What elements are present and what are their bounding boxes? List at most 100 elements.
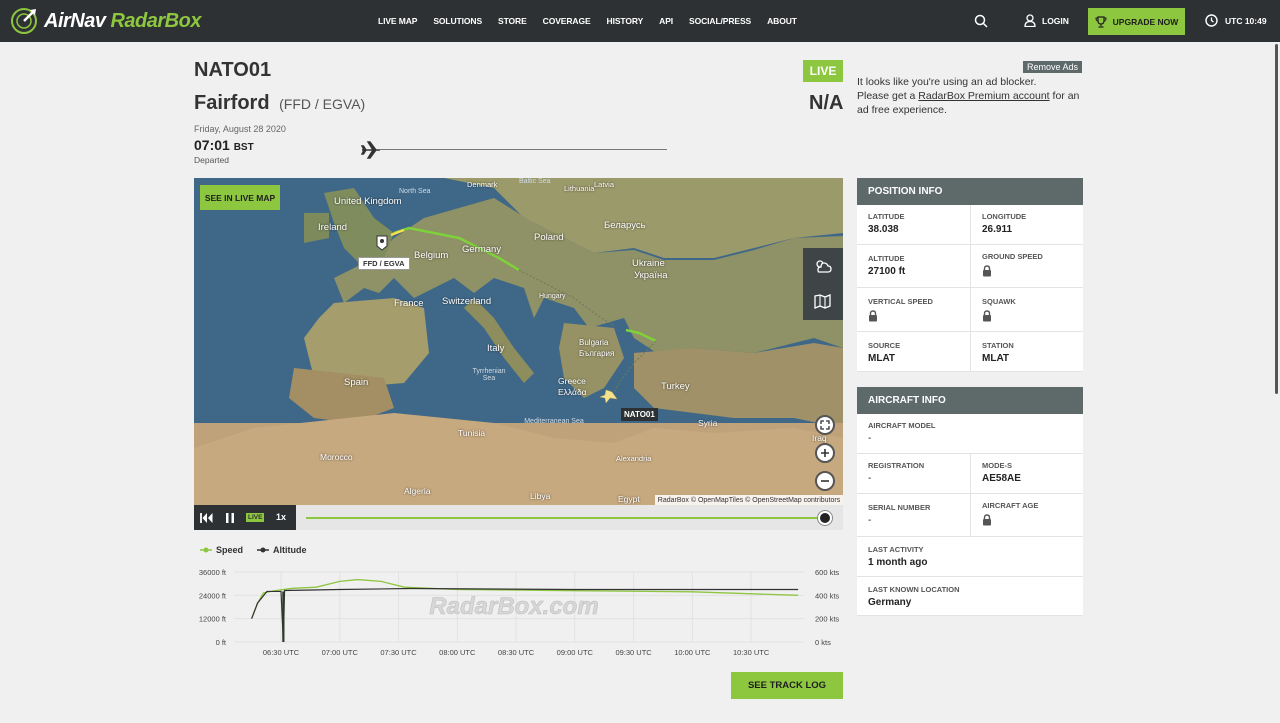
menu-about[interactable]: ABOUT [767,16,797,26]
position-info-body: LATITUDE 38.038 LONGITUDE 26.911 ALTITUD… [857,205,1083,372]
mode-s-label: MODE-S [982,461,1012,470]
login-link[interactable]: LOGIN [1024,14,1069,27]
position-row: ALTITUDE 27100 ft GROUND SPEED [857,245,1083,288]
map-label-ukraine: Ukraine [632,258,665,269]
chart-x-tick: 08:30 UTC [498,648,535,657]
remove-ads-button[interactable]: Remove Ads [1023,61,1083,73]
destination-airport: N/A [809,92,844,114]
aircraft-row: AIRCRAFT MODEL - [857,414,1083,454]
aircraft-info-body: AIRCRAFT MODEL - REGISTRATION - MODE-S A… [857,414,1083,616]
legend-speed[interactable]: Speed [200,545,243,555]
playback-speed[interactable]: 1x [276,512,286,522]
lock-icon[interactable] [868,310,878,322]
menu-social-press[interactable]: SOCIAL/PRESS [689,16,751,26]
vertical-speed-label: VERTICAL SPEED [868,297,933,306]
chart-x-tick: 07:00 UTC [322,648,359,657]
skip-back-icon[interactable] [200,512,214,524]
chart-x-tick: 08:00 UTC [439,648,476,657]
map-canvas [194,178,843,505]
ad-line-2a: Please get a [857,90,919,102]
origin-name: Fairford [194,92,270,114]
playback-bar: LIVE 1x [194,505,843,530]
last-activity-value: 1 month ago [868,557,928,568]
vertical-speed-cell: VERTICAL SPEED [857,288,970,331]
top-navbar: AirNav RadarBox LIVE MAP SOLUTIONS STORE… [0,0,1280,42]
chart-x-tick: 09:30 UTC [615,648,652,657]
speed-altitude-chart: 36000 ft 600 kts 24000 ft 400 kts 12000 ft 20… [199,568,840,657]
map-label-tyrrhenian-sea: Tyrrhenian Sea [472,368,506,382]
chart-x-tick: 10:00 UTC [674,648,711,657]
playback-live-badge[interactable]: LIVE [246,513,265,522]
menu-history[interactable]: HISTORY [607,16,644,26]
legend-altitude-marker [257,547,270,553]
origin-codes: (FFD / EGVA) [279,96,366,112]
login-label: LOGIN [1042,15,1069,26]
menu-coverage[interactable]: COVERAGE [543,16,591,26]
map-label-latvia: Latvia [594,180,615,189]
map-label-bulgaria: Bulgaria [579,338,609,347]
lock-icon[interactable] [982,265,992,277]
fullscreen-button[interactable] [815,415,835,435]
map-label-alexandria: Alexandria [616,454,652,463]
search-icon[interactable] [974,14,988,28]
legend-altitude[interactable]: Altitude [257,545,307,555]
position-info-panel: POSITION INFO LATITUDE 38.038 LONGITUDE … [857,178,1083,372]
chart-x-tick: 10:30 UTC [733,648,770,657]
map-label-bulgaria-local: България [579,349,615,358]
playback-slider-track[interactable] [306,517,826,519]
ground-speed-label: GROUND SPEED [982,252,1043,261]
map-layers-button[interactable] [803,284,843,320]
registration-cell: REGISTRATION - [857,454,970,493]
longitude-label: LONGITUDE [982,212,1027,221]
chart-y-right-tick: 600 kts [815,568,839,577]
zoom-in-button[interactable] [815,443,835,463]
map-label-mediterranean-sea: Mediterranean Sea [524,418,584,425]
map-layers-icon [814,294,831,309]
chart-y-right-tick: 400 kts [815,591,839,600]
lock-icon[interactable] [982,310,992,322]
flight-map[interactable]: United Kingdom Ireland Belgium Germany P… [194,178,843,505]
see-in-live-map-button[interactable]: SEE IN LIVE MAP [200,185,280,210]
departure-status: Departed [194,155,229,165]
page-scrollbar-thumb[interactable] [1275,44,1278,394]
menu-api[interactable]: API [659,16,673,26]
brand-logo[interactable]: AirNav RadarBox [10,7,201,35]
squawk-cell: SQUAWK [970,288,1083,331]
aircraft-model-value: - [868,433,872,444]
source-cell: SOURCE MLAT [857,332,970,371]
map-label-denmark: Denmark [467,180,498,189]
serial-number-label: SERIAL NUMBER [868,503,931,512]
mode-s-value: AE58AE [982,473,1021,484]
upgrade-now-button[interactable]: UPGRADE NOW [1088,8,1185,35]
map-label-belarus: Беларусь [604,220,646,231]
serial-number-cell: SERIAL NUMBER - [857,494,970,536]
fullscreen-icon [820,420,830,430]
map-flight-label[interactable]: NATO01 [621,408,658,421]
pause-icon[interactable] [224,512,236,524]
departure-time-value: 07:01 [194,137,230,153]
latitude-value: 38.038 [868,224,899,235]
zoom-out-button[interactable] [815,471,835,491]
map-label-egypt: Egypt [618,494,640,504]
playback-slider-handle[interactable] [818,511,832,525]
weather-layer-button[interactable] [803,248,843,284]
chart-x-tick: 07:30 UTC [380,648,417,657]
map-label-hungary: Hungary [539,293,566,300]
upgrade-label: UPGRADE NOW [1112,16,1179,27]
source-label: SOURCE [868,341,901,350]
serial-number-value: - [868,515,872,526]
map-label-switzerland: Switzerland [442,296,492,307]
menu-solutions[interactable]: SOLUTIONS [433,16,482,26]
menu-store[interactable]: STORE [498,16,527,26]
aircraft-age-cell: AIRCRAFT AGE [970,494,1083,536]
aircraft-model-cell: AIRCRAFT MODEL - [857,414,1083,453]
map-label-baltic-sea: Baltic Sea [519,178,551,185]
map-label-turkey: Turkey [661,381,690,392]
menu-live-map[interactable]: LIVE MAP [378,16,417,26]
aircraft-age-label: AIRCRAFT AGE [982,501,1039,510]
map-label-tunisia: Tunisia [458,428,486,438]
lock-icon[interactable] [982,514,992,526]
see-track-log-button[interactable]: SEE TRACK LOG [731,672,843,699]
page-scrollbar[interactable] [1272,42,1280,723]
premium-account-link[interactable]: RadarBox Premium account [918,90,1049,102]
